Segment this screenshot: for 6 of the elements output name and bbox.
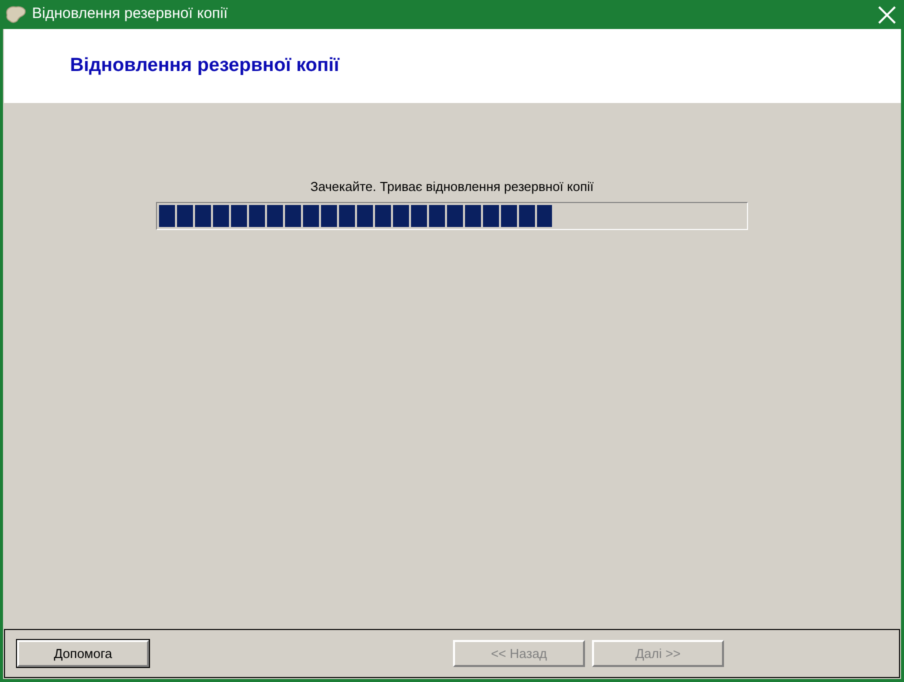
wizard-button[interactable]: Допомога: [17, 640, 149, 667]
progress-message: Зачекайте. Триває відновлення резервної копії: [310, 178, 594, 196]
page-heading: Відновлення резервної копії: [70, 54, 340, 78]
window-title: Відновлення резервної копії: [32, 4, 229, 24]
close-icon[interactable]: [877, 4, 897, 24]
app-icon: [5, 4, 27, 24]
